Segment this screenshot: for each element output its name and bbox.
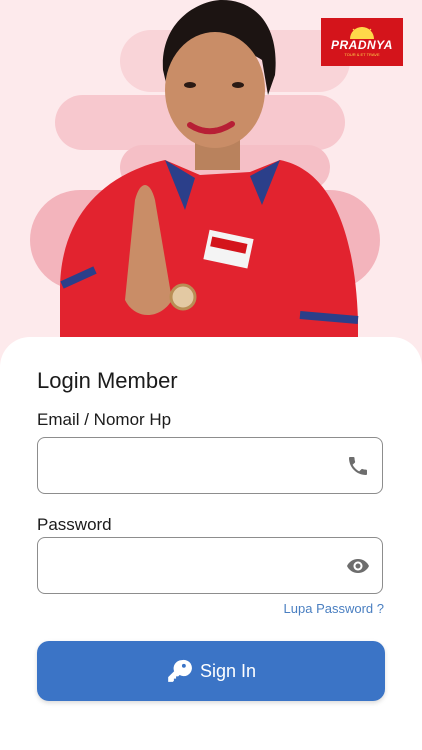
- eye-icon[interactable]: [346, 554, 370, 578]
- sun-icon: [350, 26, 374, 39]
- key-icon: [168, 659, 192, 682]
- password-field[interactable]: [37, 537, 383, 595]
- brand-tagline: TOUR & ET TRAVE: [344, 51, 380, 57]
- page-title: Login Member: [37, 368, 178, 393]
- brand-name: PRADNYA: [331, 37, 393, 52]
- phone-icon: [349, 457, 367, 475]
- password-input[interactable]: [52, 538, 346, 595]
- sign-in-button[interactable]: Sign In: [37, 641, 385, 701]
- password-label: Password: [37, 515, 112, 534]
- sign-in-label: Sign In: [199, 660, 257, 681]
- email-field[interactable]: [37, 437, 383, 495]
- forgot-password-link[interactable]: Lupa Password ?: [284, 601, 384, 616]
- hero-banner: PRADNYA TOUR & ET TRAVE: [0, 0, 422, 370]
- email-label: Email / Nomor Hp: [37, 410, 172, 429]
- brand-logo: PRADNYA TOUR & ET TRAVE: [321, 18, 403, 66]
- email-input[interactable]: [52, 438, 346, 495]
